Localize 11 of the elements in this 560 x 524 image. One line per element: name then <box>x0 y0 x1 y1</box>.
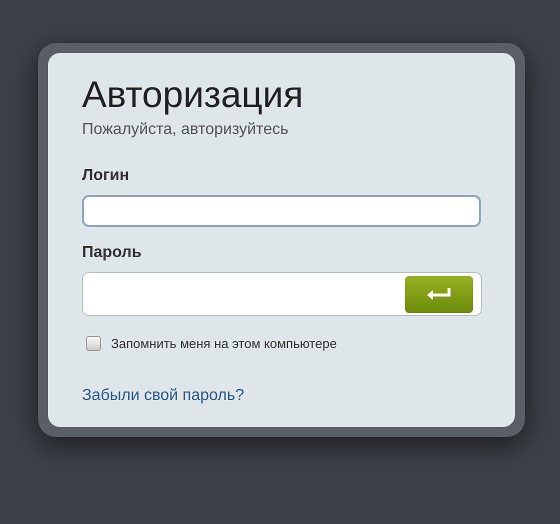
title: Авторизация <box>82 73 304 117</box>
checkbox[interactable] <box>86 336 101 351</box>
login-field[interactable] <box>82 195 481 227</box>
password-field[interactable] <box>82 272 482 316</box>
subtitle: Пожалуйста, авторизуйтесь <box>82 121 290 139</box>
submit-button[interactable] <box>405 276 473 312</box>
enter-icon <box>426 287 452 301</box>
field-label: Пароль <box>82 244 143 262</box>
field-label: Логин <box>82 167 130 185</box>
forgot-password-link[interactable]: Забыли свой пароль? <box>82 387 244 405</box>
checkbox-label: Запомнить меня на этом компьютере <box>111 336 337 351</box>
